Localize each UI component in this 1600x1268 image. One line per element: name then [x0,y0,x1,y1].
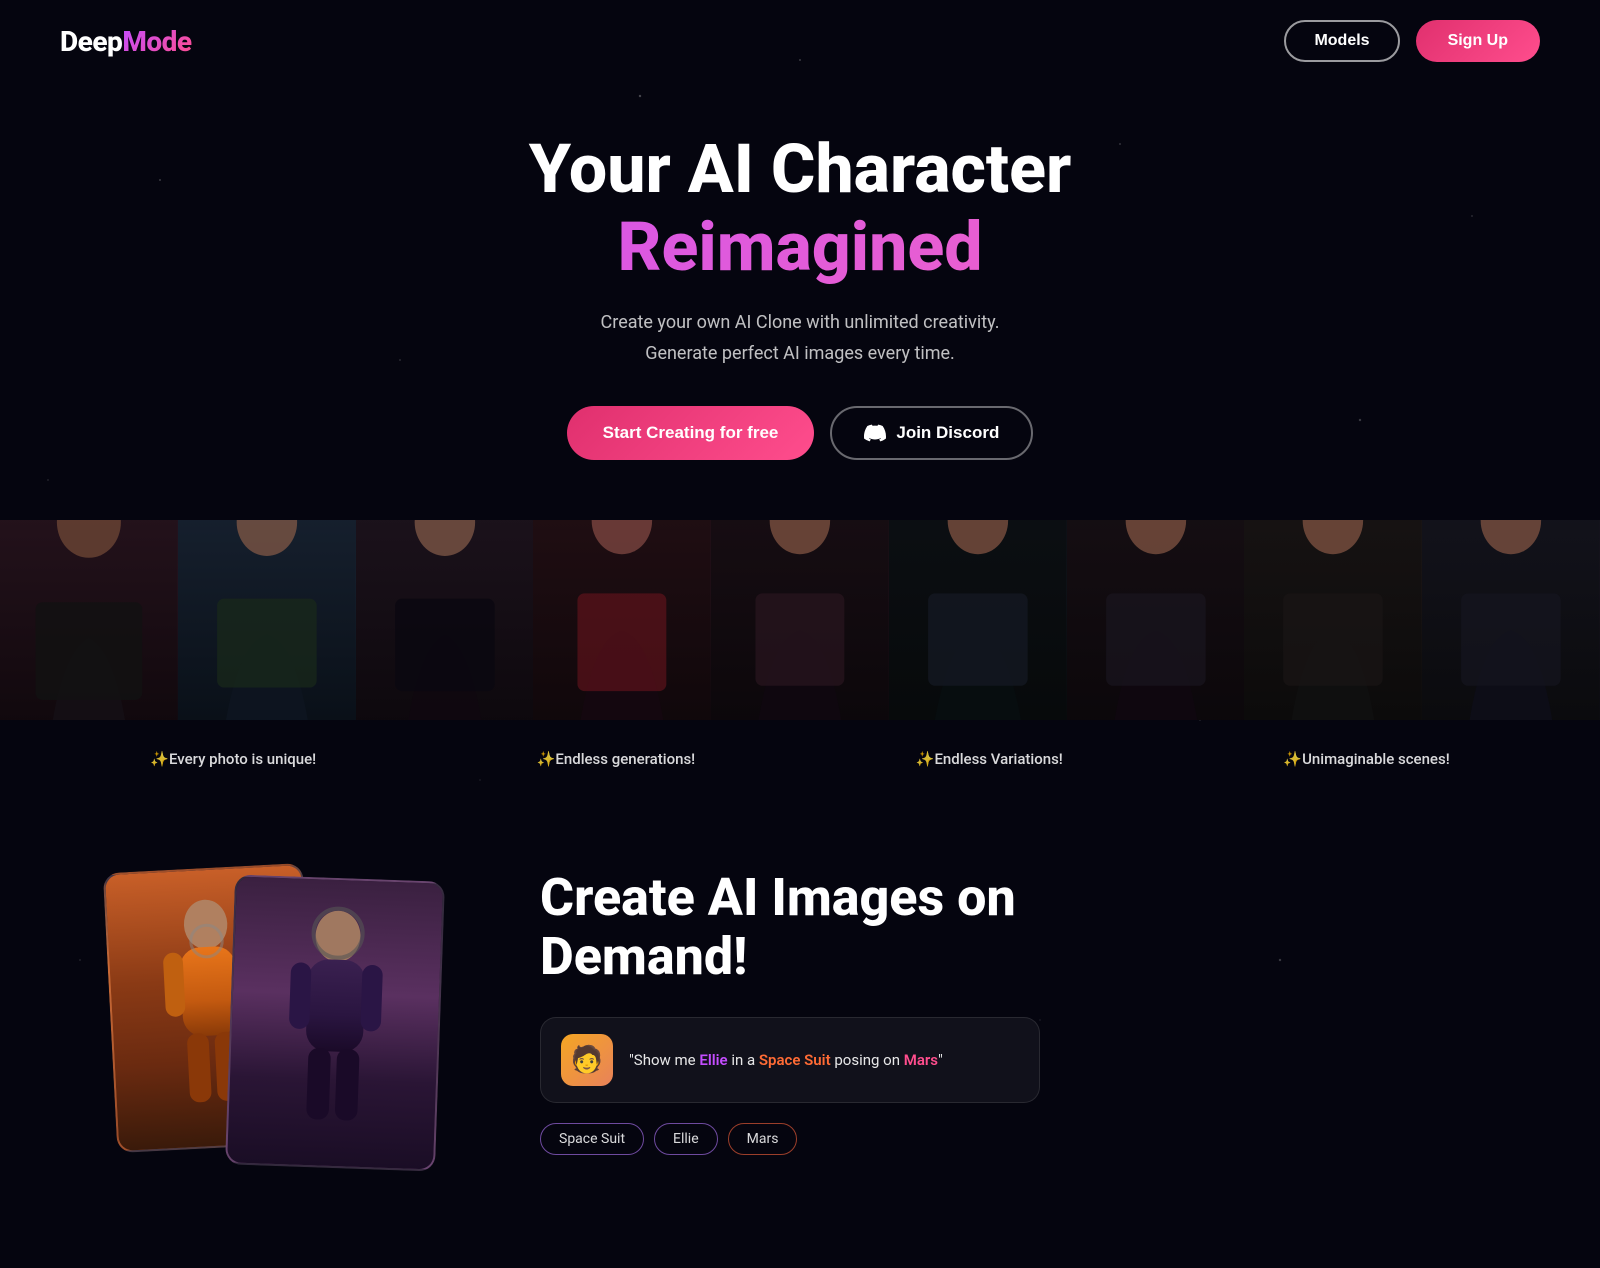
prompt-name-highlight: Ellie [699,1051,727,1069]
prompt-mid2: posing on [834,1051,903,1069]
logo-mode: Mode [122,25,191,58]
signup-button[interactable]: Sign Up [1416,20,1540,62]
hero-title-line1: Your AI Character [20,132,1580,207]
tag-ellie[interactable]: Ellie [654,1123,718,1155]
bottom-images [80,848,460,1228]
hero-title: Your AI Character Reimagined [20,132,1580,288]
hero-subtitle-line2: Generate perfect AI images every time. [645,343,955,364]
bottom-content: Create AI Images on Demand! 🧑 "Show me E… [540,848,1520,1156]
image-strip-item-6 [889,520,1067,720]
bottom-title: Create AI Images on Demand! [540,868,1520,988]
discord-label: Join Discord [896,423,999,443]
image-strip-item-7 [1067,520,1245,720]
join-discord-button[interactable]: Join Discord [830,406,1033,460]
image-strip-item-5 [711,520,889,720]
image-strip-item-1 [0,520,178,720]
image-strip [0,520,1600,720]
features-row: ✨Every photo is unique! ✨Endless generat… [0,720,1600,788]
image-strip-item-8 [1244,520,1422,720]
chat-prompt-box: 🧑 "Show me Ellie in a Space Suit posing … [540,1017,1040,1103]
image-strip-item-4 [533,520,711,720]
image-strip-item-2 [178,520,356,720]
hero-subtitle: Create your own AI Clone with unlimited … [20,308,1580,369]
models-button[interactable]: Models [1284,20,1399,62]
header: DeepMode Models Sign Up [0,0,1600,82]
feature-3: ✨Endless Variations! [916,750,1063,768]
image-strip-item-3 [356,520,534,720]
image-strip-item-9 [1422,520,1600,720]
feature-2: ✨Endless generations! [537,750,695,768]
tags-row: Space Suit Ellie Mars [540,1123,1520,1155]
hero-subtitle-line1: Create your own AI Clone with unlimited … [601,312,1000,333]
discord-icon [864,422,886,444]
tag-mars[interactable]: Mars [728,1123,798,1155]
prompt-prefix: "Show me [629,1051,699,1069]
prompt-text: "Show me Ellie in a Space Suit posing on… [629,1049,943,1072]
hero-title-line2: Reimagined [20,207,1580,289]
bottom-img-front [225,874,445,1171]
logo-deep: Deep [60,25,122,58]
prompt-item-highlight: Space Suit [759,1051,831,1069]
hero-section: Your AI Character Reimagined Create your… [0,82,1600,520]
prompt-location-highlight: Mars [904,1051,938,1069]
feature-1: ✨Every photo is unique! [150,750,316,768]
prompt-avatar: 🧑 [561,1034,613,1086]
tag-space-suit[interactable]: Space Suit [540,1123,644,1155]
nav: Models Sign Up [1284,20,1540,62]
start-creating-button[interactable]: Start Creating for free [567,406,815,460]
hero-buttons: Start Creating for free Join Discord [20,406,1580,460]
bottom-section: Create AI Images on Demand! 🧑 "Show me E… [0,788,1600,1268]
logo: DeepMode [60,25,192,58]
prompt-mid1: in a [731,1051,759,1069]
prompt-suffix: " [938,1051,943,1069]
feature-4: ✨Unimaginable scenes! [1283,750,1449,768]
